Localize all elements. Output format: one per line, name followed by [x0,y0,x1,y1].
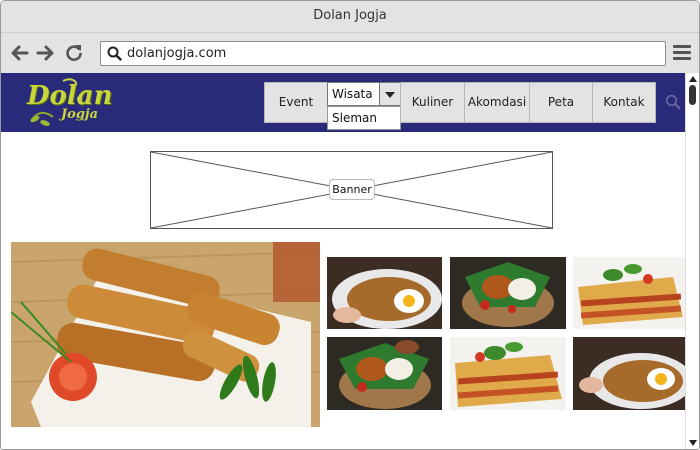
banner-placeholder[interactable]: Banner [150,151,553,229]
dropdown-option-sleman[interactable]: Sleman [332,111,377,125]
fried-chicken-rice-photo[interactable] [327,337,442,410]
page-viewport: Dolan Jogja Event Wisata Sleman Kuliner … [1,73,685,449]
nav-peta[interactable]: Peta [529,82,593,123]
browser-toolbar: dolanjogja.com [1,33,699,73]
browser-window: Dolan Jogja dolanjogja.com Dolan Jogja E… [0,0,700,450]
hamburger-menu-icon[interactable] [673,45,691,61]
url-text: dolanjogja.com [127,46,227,61]
fried-chicken-rice-photo[interactable] [450,257,566,329]
logo-text-sub: Jogja [61,107,99,122]
address-bar[interactable]: dolanjogja.com [100,41,666,66]
nav-event[interactable]: Event [264,82,328,123]
wisata-dropdown-list: Sleman [327,106,401,130]
search-icon[interactable] [665,94,681,110]
scroll-down-icon[interactable] [689,440,697,446]
wisata-dropdown-value: Wisata [332,87,373,101]
site-logo[interactable]: Dolan Jogja [23,77,118,129]
banner-label: Banner [329,179,375,200]
back-arrow-icon[interactable] [10,43,30,63]
nasi-goreng-egg-photo[interactable] [573,337,685,410]
nasi-goreng-egg-photo[interactable] [327,257,442,329]
reload-icon[interactable] [64,43,84,63]
search-icon [107,46,122,61]
lasagna-photo[interactable] [573,257,685,329]
chevron-down-icon [385,92,395,98]
window-title: Dolan Jogja [313,8,387,23]
title-bar: Dolan Jogja [1,1,699,33]
wisata-dropdown-toggle[interactable] [379,82,401,106]
nav-kontak[interactable]: Kontak [592,82,656,123]
scroll-up-icon[interactable] [689,76,697,82]
nav-kuliner[interactable]: Kuliner [400,82,465,123]
vertical-scrollbar[interactable] [685,73,699,449]
lasagna-photo[interactable] [450,337,566,410]
scrollbar-thumb[interactable] [689,85,696,105]
forward-arrow-icon[interactable] [35,43,55,63]
nav-akomodasi[interactable]: Akomdasi [464,82,530,123]
spring-rolls-photo[interactable] [11,242,320,427]
site-header: Dolan Jogja Event Wisata Sleman Kuliner … [1,73,685,132]
